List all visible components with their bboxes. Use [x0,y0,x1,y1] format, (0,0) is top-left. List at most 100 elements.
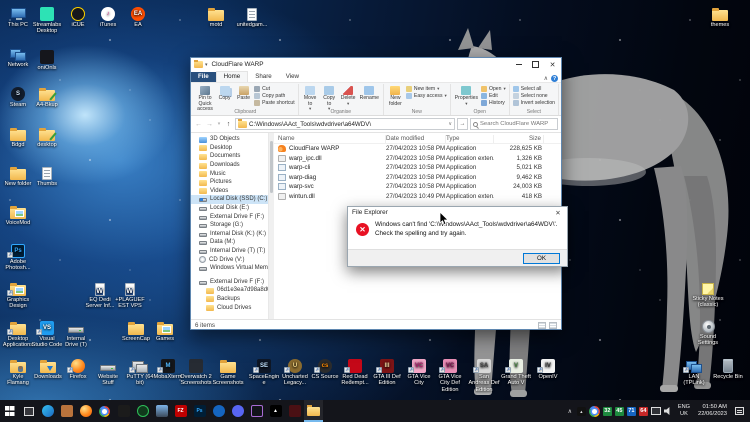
desktop-icon-openiv[interactable]: IV↗OpenIV [532,356,564,380]
desktop-icon-bdgd[interactable]: Bdgd [2,124,34,148]
tab-share[interactable]: Share [248,72,279,82]
desktop-icon-unitedgam[interactable]: unitedgam... [236,4,268,28]
desktop-icon-spaceengine[interactable]: SE↗SpaceEngine [248,356,280,387]
desktop-icon-sticky-notes-classic[interactable]: Sticky Notes (classic) [692,278,724,309]
desktop-icon-adobe-photosh[interactable]: Ps↗Adobe Photosh... [2,241,34,272]
desktop-icon-voicemod[interactable]: VoiceMod [2,202,34,226]
history-dropdown-icon[interactable]: ▾ [216,121,222,127]
desktop-icon-sound-settings[interactable]: Sound Settings [692,316,724,347]
taskbar-edge[interactable] [38,400,57,422]
sidebar-item-storage-g[interactable]: Storage (G:) [191,221,268,230]
forward-icon[interactable]: → [205,121,214,128]
language-indicator[interactable]: ENGUK [676,404,692,417]
file-row-warp-svc[interactable]: warp-svc27/04/2023 10:58 PMApplication24… [274,182,561,192]
tab-file[interactable]: File [191,72,216,82]
column-header-type[interactable]: Type [446,135,494,143]
sidebar-item-music[interactable]: Music [191,169,268,178]
go-button[interactable]: → [457,118,468,130]
dialog-title-bar[interactable]: File Explorer ✕ [348,207,567,218]
up-icon[interactable]: ↑ [224,121,233,128]
search-box[interactable] [470,118,558,130]
sidebar-item-local-disk-ssd-c[interactable]: Local Disk (SSD) (C:) [191,195,268,204]
close-button[interactable]: ✕ [544,58,561,71]
column-header-date-modified[interactable]: Date modified [386,135,446,143]
desktop-icon-new-folder[interactable]: New folder [2,163,34,187]
ok-button[interactable]: OK [523,253,560,264]
ribbon-paste-shortcut-button[interactable]: Paste shortcut [254,100,295,106]
ribbon-history-button[interactable]: History [481,100,506,106]
desktop-icon-recycle-bin[interactable]: Recycle Bin [712,356,744,380]
tray-tray-chrome[interactable] [589,406,600,417]
desktop-icon-onionls[interactable]: oniOnls [31,47,63,71]
desktop-icon-ea[interactable]: EAEA [122,4,154,28]
desktop-icon-overwatch-2-screenshots[interactable]: Overwatch 2 Screenshots [180,356,212,387]
desktop-icon-uncharted-legacy[interactable]: U↗Uncharted Legacy... [279,356,311,387]
taskbar-discord[interactable] [228,400,247,422]
file-row-cloudflare-warp[interactable]: CloudFlare WARP27/04/2023 10:58 PMApplic… [274,144,561,154]
taskbar-wallpaper-app[interactable]: ▲ [266,400,285,422]
sidebar-item-documents[interactable]: Documents [191,152,268,161]
desktop-icon-desktop-applications[interactable]: ↗Desktop Applications [2,318,34,349]
desktop-icon-lan-tplink[interactable]: ↗LAN (TPLink) [678,356,710,387]
desktop-icon-steam[interactable]: SSteam [2,84,34,108]
nav-scrollbar[interactable] [269,133,274,319]
desktop-icon-themes[interactable]: themes [704,4,736,28]
sidebar-item-3d-objects[interactable]: 3D Objects [191,135,268,144]
sidebar-item-external-drive-f-f[interactable]: External Drive F (F:) [191,212,268,221]
desktop-icon-firefox[interactable]: ↗Firefox [62,356,94,380]
tray-tray-temp-45[interactable]: 45 [615,407,624,416]
address-bar[interactable]: C:\Windows\AAct_Tools\wdvdriver\a64WDV\ … [235,118,455,130]
sidebar-item-videos[interactable]: Videos [191,187,268,196]
ribbon-copy-path-button[interactable]: Copy path [254,93,295,99]
desktop-icon-gta-iii-def-edition[interactable]: III↗GTA III Def Edition [371,356,403,387]
desktop-icon-downloads[interactable]: Downloads [32,356,64,380]
ribbon-cut-button[interactable]: Cut [254,86,295,92]
sidebar-item-06d1e3ea7d98a8d08c5652fe[interactable]: 06d1e3ea7d98a8d08c5652fe [191,286,268,295]
taskbar-clock[interactable]: 01:50 AM 22/06/2023 [695,404,730,418]
sidebar-item-backups[interactable]: Backups [191,295,268,304]
desktop-icon-network[interactable]: Network [2,44,34,68]
tab-home[interactable]: Home [216,71,249,82]
sidebar-item-downloads[interactable]: Downloads [191,161,268,170]
ribbon-delete-button[interactable]: Delete▾ [340,85,357,112]
desktop-icon-streamlabs-desktop[interactable]: Streamlabs Desktop [31,4,63,35]
ribbon-edit-button[interactable]: Edit [481,93,506,99]
desktop-icon-eq-dedi-server-inf[interactable]: EQ Dedi Server Inf... [84,279,116,310]
desktop-icon-kyle-flamang[interactable]: Kyle Flamang [2,356,34,387]
desktop-icon-red-dead-redempt[interactable]: ↗Red Dead Redempt... [339,356,371,387]
desktop-icon-games[interactable]: Games [149,318,181,342]
desktop-icon-motd[interactable]: motd [200,4,232,28]
dialog-close-icon[interactable]: ✕ [551,209,565,217]
desktop-icon-plaguefest-vps[interactable]: +PLAGUEFEST VPS [114,279,146,310]
ribbon-select-none-button[interactable]: Select none [513,93,555,99]
sidebar-item-pictures[interactable]: Pictures [191,178,268,187]
file-row-wintun-dll[interactable]: wintun.dll27/04/2023 10:49 PMApplication… [274,192,561,202]
desktop-icon-this-pc[interactable]: This PC [2,4,34,28]
desktop-icon-visual-studio-code[interactable]: VS↗Visual Studio Code [31,318,63,349]
desktop-icon-graphics-design[interactable]: ↗Graphics Design [2,279,34,310]
ribbon-copy-to-button[interactable]: Copy to▾ [321,85,338,112]
desktop-icon-san-andreas-def-edition[interactable]: SA↗San Andreas Def Edition [468,356,500,393]
desktop-icon-gta-vice-city[interactable]: VC↗GTA Vice City [403,356,435,387]
tray-network-status[interactable] [651,407,661,415]
ribbon-move-to-button[interactable]: Move to▾ [302,85,319,112]
taskbar-file-explorer[interactable] [304,400,323,422]
thumbnails-view-icon[interactable] [549,322,557,329]
file-row-warp-diag[interactable]: warp-diag27/04/2023 10:58 PMApplication9… [274,173,561,183]
desktop-icon-internal-drive-t[interactable]: Internal Drive (T) [60,318,92,349]
desktop-icon-grand-theft-auto-v[interactable]: V↗Grand Theft Auto V [500,356,532,387]
tab-view[interactable]: View [279,72,306,82]
column-header-name[interactable]: Name [278,135,386,143]
taskbar-app-dark-red[interactable] [285,400,304,422]
taskbar-globe-app[interactable] [209,400,228,422]
sidebar-item-internal-drive-t-t[interactable]: Internal Drive (T) (T:) [191,247,268,256]
maximize-button[interactable] [527,58,544,71]
title-bar[interactable]: ▾ CloudFlare WARP ✕ [191,58,561,71]
desktop-icon-desktop[interactable]: desktop [31,124,63,148]
sidebar-item-windows-virtual-memory[interactable]: Windows Virtual Memory ( [191,264,268,273]
ribbon-invert-selection-button[interactable]: Invert selection [513,100,555,106]
quick-access-toolbar[interactable]: ▾ [194,61,208,68]
ribbon-select-all-button[interactable]: Select all [513,86,555,92]
ribbon-new-item-button[interactable]: New item▾ [406,86,447,92]
ribbon-rename-button[interactable]: Rename [359,85,380,112]
